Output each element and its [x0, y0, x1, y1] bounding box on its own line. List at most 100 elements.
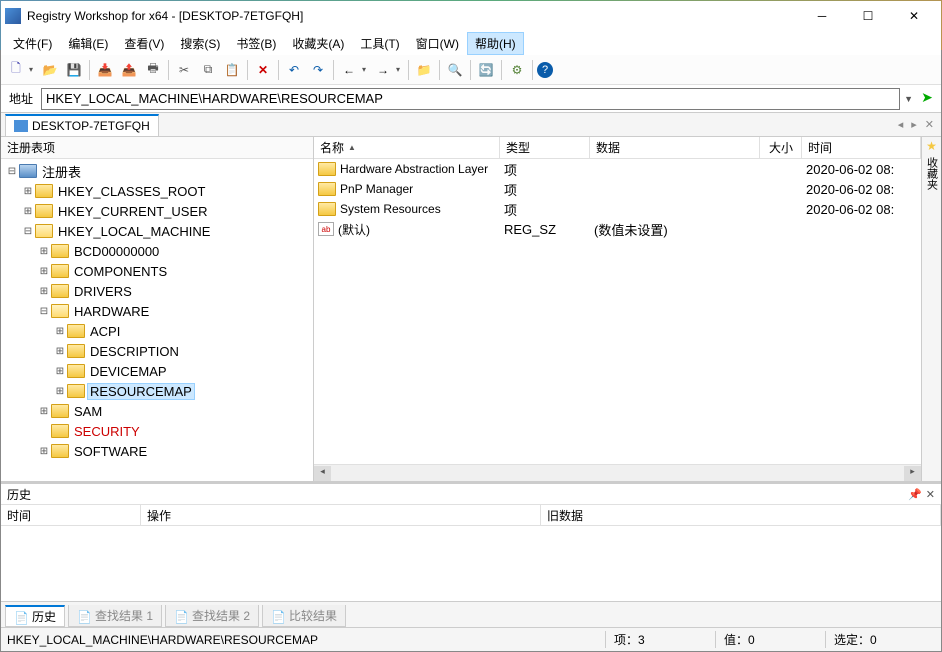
expand-icon[interactable]	[37, 286, 51, 297]
delete-icon[interactable]: ✕	[252, 59, 274, 81]
tree-root[interactable]: 注册表	[3, 161, 311, 181]
history-body[interactable]	[1, 526, 941, 601]
expand-icon[interactable]	[37, 446, 51, 457]
expand-icon[interactable]	[53, 326, 67, 337]
col-history-old[interactable]: 旧数据	[541, 505, 941, 525]
list-row[interactable]: ab(默认)REG_SZ(数值未设置)	[314, 219, 921, 239]
back-icon[interactable]: ←	[338, 59, 360, 81]
col-name[interactable]: 名称▲	[314, 137, 500, 158]
expand-icon[interactable]	[37, 246, 51, 257]
tree-acpi[interactable]: ACPI	[3, 321, 311, 341]
tab-prev-icon[interactable]: ◂	[895, 118, 907, 131]
tree-components[interactable]: COMPONENTS	[3, 261, 311, 281]
open-icon[interactable]: 📂	[39, 59, 61, 81]
menu-tools[interactable]: 工具(T)	[352, 32, 407, 55]
pin-icon[interactable]: 📌	[908, 488, 922, 501]
copy-icon[interactable]: ⧉	[197, 59, 219, 81]
print-icon[interactable]: 🖶	[142, 59, 164, 81]
menu-window[interactable]: 窗口(W)	[408, 32, 467, 55]
forward-dropdown[interactable]: ▾	[396, 65, 404, 74]
tab-compare-results[interactable]: 📄 比较结果	[262, 605, 346, 627]
tree-drivers[interactable]: DRIVERS	[3, 281, 311, 301]
tab-search-results-2[interactable]: 📄 查找结果 2	[165, 605, 259, 627]
col-type[interactable]: 类型	[500, 137, 590, 158]
scroll-track[interactable]	[331, 466, 904, 481]
tree-hkcu[interactable]: HKEY_CURRENT_USER	[3, 201, 311, 221]
address-dropdown[interactable]: ▼	[904, 94, 913, 104]
tree-hkcr[interactable]: HKEY_CLASSES_ROOT	[3, 181, 311, 201]
list-row[interactable]: Hardware Abstraction Layer项2020-06-02 08…	[314, 159, 921, 179]
expand-icon[interactable]	[53, 346, 67, 357]
collapse-icon[interactable]	[37, 306, 51, 317]
col-history-time[interactable]: 时间	[1, 505, 141, 525]
expand-icon[interactable]	[21, 206, 35, 217]
new-icon[interactable]: 🗋	[5, 59, 27, 81]
go-icon[interactable]: ➤	[917, 89, 937, 109]
cut-icon[interactable]: ✂	[173, 59, 195, 81]
menu-help[interactable]: 帮助(H)	[467, 32, 524, 55]
tab-next-icon[interactable]: ▸	[908, 118, 920, 131]
help-icon[interactable]: ?	[537, 62, 553, 78]
expand-icon[interactable]	[37, 406, 51, 417]
save-icon[interactable]: 💾	[63, 59, 85, 81]
tree-bcd[interactable]: BCD00000000	[3, 241, 311, 261]
new-dropdown[interactable]: ▾	[29, 65, 37, 74]
close-button[interactable]: ✕	[891, 1, 937, 31]
new-key-icon[interactable]: 📁	[413, 59, 435, 81]
registry-tree[interactable]: 注册表 HKEY_CLASSES_ROOT HKEY_CURRENT_USER …	[1, 159, 313, 481]
tab-history[interactable]: 📄 历史	[5, 605, 65, 627]
horizontal-scrollbar[interactable]: ◂ ▸	[314, 464, 921, 481]
list-body[interactable]: Hardware Abstraction Layer项2020-06-02 08…	[314, 159, 921, 464]
cell-type: 项	[500, 180, 590, 199]
menu-search[interactable]: 搜索(S)	[172, 32, 228, 55]
expand-icon[interactable]	[37, 266, 51, 277]
favorites-sidebar[interactable]: ★ 收藏夹	[921, 137, 941, 481]
collapse-icon[interactable]	[5, 166, 19, 177]
menu-edit[interactable]: 编辑(E)	[60, 32, 116, 55]
expand-icon[interactable]	[21, 186, 35, 197]
scroll-right-icon[interactable]: ▸	[904, 466, 921, 481]
maximize-button[interactable]: ☐	[845, 1, 891, 31]
import-icon[interactable]: 📥	[94, 59, 116, 81]
close-history-icon[interactable]: ✕	[926, 488, 935, 501]
tab-close-icon[interactable]: ✕	[922, 118, 937, 131]
tree-description[interactable]: DESCRIPTION	[3, 341, 311, 361]
export-icon[interactable]: 📤	[118, 59, 140, 81]
tree-resourcemap[interactable]: RESOURCEMAP	[3, 381, 311, 401]
list-row[interactable]: PnP Manager项2020-06-02 08:	[314, 179, 921, 199]
col-history-op[interactable]: 操作	[141, 505, 541, 525]
list-row[interactable]: System Resources项2020-06-02 08:	[314, 199, 921, 219]
minimize-button[interactable]: ─	[799, 1, 845, 31]
refresh-icon[interactable]: 🔄	[475, 59, 497, 81]
tree-hklm[interactable]: HKEY_LOCAL_MACHINE	[3, 221, 311, 241]
tree-label: 注册表	[39, 161, 84, 182]
col-size[interactable]: 大小	[760, 137, 802, 158]
undo-icon[interactable]: ↶	[283, 59, 305, 81]
tree-software[interactable]: SOFTWARE	[3, 441, 311, 461]
settings-icon[interactable]: ⚙	[506, 59, 528, 81]
menu-file[interactable]: 文件(F)	[5, 32, 60, 55]
menu-favorites[interactable]: 收藏夹(A)	[284, 32, 352, 55]
expand-icon[interactable]	[53, 386, 67, 397]
scroll-left-icon[interactable]: ◂	[314, 466, 331, 481]
tree-sam[interactable]: SAM	[3, 401, 311, 421]
expand-icon[interactable]	[53, 366, 67, 377]
search-icon[interactable]: 🔍	[444, 59, 466, 81]
paste-icon[interactable]: 📋	[221, 59, 243, 81]
redo-icon[interactable]: ↷	[307, 59, 329, 81]
collapse-icon[interactable]	[21, 226, 35, 237]
tree-security[interactable]: SECURITY	[3, 421, 311, 441]
tab-desktop[interactable]: DESKTOP-7ETGFQH	[5, 114, 159, 136]
address-input[interactable]	[41, 88, 900, 110]
tree-hardware[interactable]: HARDWARE	[3, 301, 311, 321]
folder-open-icon	[51, 304, 69, 318]
col-data[interactable]: 数据	[590, 137, 760, 158]
tree-devicemap[interactable]: DEVICEMAP	[3, 361, 311, 381]
menu-bookmarks[interactable]: 书签(B)	[228, 32, 284, 55]
star-icon[interactable]: ★	[926, 139, 937, 153]
tab-search-results-1[interactable]: 📄 查找结果 1	[68, 605, 162, 627]
forward-icon[interactable]: →	[372, 59, 394, 81]
col-time[interactable]: 时间	[802, 137, 921, 158]
back-dropdown[interactable]: ▾	[362, 65, 370, 74]
menu-view[interactable]: 查看(V)	[116, 32, 172, 55]
